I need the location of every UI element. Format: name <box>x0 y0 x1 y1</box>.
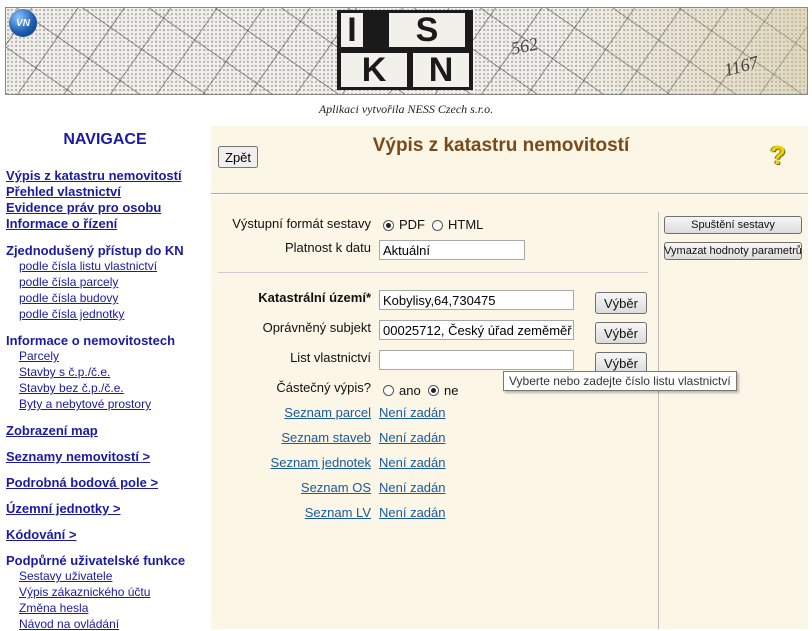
authorized-subject-select-button[interactable]: Výběr <box>595 322 647 344</box>
nav-sub-buildings-with-number[interactable]: Stavby s č.p./č.e. <box>19 365 110 379</box>
nav-heading-simplified-access: Zjednodušený přístup do KN <box>6 243 184 258</box>
list-parcels-value[interactable]: Není zadán <box>379 405 446 420</box>
nav-title: NAVIGACE <box>63 131 147 148</box>
ownership-sheet-label: List vlastnictví <box>290 350 371 365</box>
partial-radio-ano[interactable] <box>383 385 394 396</box>
ownership-sheet-field[interactable] <box>379 350 574 370</box>
format-radio-html[interactable] <box>432 220 443 231</box>
list-buildings-link[interactable]: Seznam staveb <box>211 430 371 445</box>
cadastral-area-label: Katastrální území* <box>258 290 371 305</box>
main-panel: Zpět Výpis z katastru nemovitostí ? Výst… <box>211 126 808 629</box>
partial-radio-ne[interactable] <box>428 385 439 396</box>
iskn-logo: I S K N <box>337 10 473 90</box>
run-report-button[interactable]: Spuštění sestavy <box>664 216 802 234</box>
nav-link-proceedings-info[interactable]: Informace o řízení <box>6 216 117 231</box>
logo-letter: I <box>341 13 363 47</box>
list-buildings-value[interactable]: Není zadán <box>379 430 446 445</box>
authorized-subject-label: Oprávněný subjekt <box>262 320 371 335</box>
back-button[interactable]: Zpět <box>218 146 259 168</box>
partial-option-ano: ano <box>399 383 421 398</box>
nav-sub-parcels[interactable]: Parcely <box>19 349 59 363</box>
nav-link-cadastre-extract[interactable]: Výpis z katastru nemovitostí <box>6 168 182 183</box>
format-label: Výstupní formát sestavy <box>232 216 371 231</box>
page-title: Výpis z katastru nemovitostí <box>372 135 630 156</box>
nav-link-map-display[interactable]: Zobrazení map <box>6 423 98 438</box>
cadastral-area-select-button[interactable]: Výběr <box>595 292 647 314</box>
vn-logo-icon: VN <box>9 9 37 37</box>
format-radio-pdf[interactable] <box>383 220 394 231</box>
nav-link-ownership-overview[interactable]: Přehled vlastnictví <box>6 184 121 199</box>
nav-sub-change-password[interactable]: Změna hesla <box>19 601 88 615</box>
list-os-value[interactable]: Není zadán <box>379 480 446 495</box>
nav-heading-user-functions: Podpůrné uživatelské funkce <box>6 553 186 568</box>
list-units-link[interactable]: Seznam jednotek <box>211 455 371 470</box>
partial-option-ne: ne <box>444 383 459 398</box>
divider <box>211 193 808 195</box>
authorized-subject-field[interactable]: 00025712, Český úřad zeměměř <box>379 320 574 340</box>
tooltip: Vyberte nebo zadejte číslo listu vlastni… <box>503 371 737 391</box>
nav-sub-account-statement[interactable]: Výpis zákaznického účtu <box>19 585 150 599</box>
logo-letter: S <box>389 13 465 47</box>
nav-link-property-lists[interactable]: Seznamy nemovitostí > <box>6 449 150 464</box>
nav-link-territorial-units[interactable]: Územní jednotky > <box>6 501 121 516</box>
nav-link-coding[interactable]: Kódování > <box>6 527 76 542</box>
logo-letter: N <box>413 53 469 87</box>
nav-link-rights-evidence[interactable]: Evidence práv pro osobu <box>6 200 161 215</box>
validity-label: Platnost k datu <box>285 240 371 255</box>
help-icon[interactable]: ? <box>770 140 786 171</box>
list-parcels-link[interactable]: Seznam parcel <box>211 405 371 420</box>
format-option-html: HTML <box>448 217 484 232</box>
partial-extract-label: Částečný výpis? <box>276 380 371 395</box>
map-parcel-number: 562 <box>509 33 540 59</box>
format-option-pdf: PDF <box>399 217 425 232</box>
list-os-link[interactable]: Seznam OS <box>211 480 371 495</box>
nav-sub-buildings-without-number[interactable]: Stavby bez č.p./č.e. <box>19 381 124 395</box>
nav-sub-by-ownership-sheet[interactable]: podle čísla listu vlastnictví <box>19 259 157 273</box>
nav-sub-by-parcel[interactable]: podle čísla parcely <box>19 275 118 289</box>
nav-sub-by-unit[interactable]: podle čísla jednotky <box>19 307 124 321</box>
nav-sub-by-building[interactable]: podle čísla budovy <box>19 291 118 305</box>
logo-letter: K <box>341 53 407 87</box>
nav-sub-flats[interactable]: Byty a nebytové prostory <box>19 397 151 411</box>
nav-link-survey-points[interactable]: Podrobná bodová pole > <box>6 475 158 490</box>
column-divider <box>658 212 659 629</box>
list-lv-value[interactable]: Není zadán <box>379 505 446 520</box>
list-lv-link[interactable]: Seznam LV <box>211 505 371 520</box>
cadastral-area-field[interactable]: Kobylisy,64,730475 <box>379 290 574 310</box>
divider <box>218 272 648 273</box>
credit-text: Aplikaci vytvořila NESS Czech s.r.o. <box>318 102 494 116</box>
nav-sub-user-reports[interactable]: Sestavy uživatele <box>19 569 112 583</box>
nav-heading-property-info: Informace o nemovitostech <box>6 333 176 348</box>
list-units-value[interactable]: Není zadán <box>379 455 446 470</box>
validity-field[interactable]: Aktuální <box>379 240 525 260</box>
banner-tint <box>557 8 807 94</box>
clear-parameters-button[interactable]: Vymazat hodnoty parametrů <box>664 242 802 260</box>
